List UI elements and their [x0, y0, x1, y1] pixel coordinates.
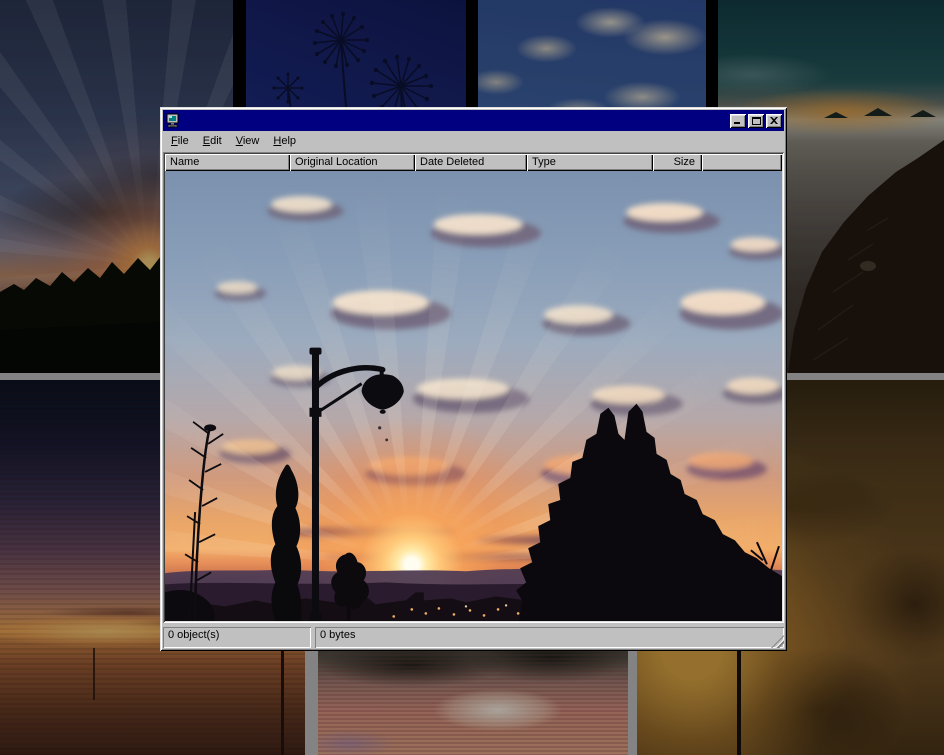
close-icon	[770, 117, 778, 124]
minimize-icon	[734, 117, 742, 124]
close-button[interactable]	[766, 114, 782, 128]
window-titlebar[interactable]	[163, 110, 784, 131]
client-area-lamp-post-sunset-photo[interactable]	[165, 171, 782, 621]
file-list-view[interactable]: Name Original Location Date Deleted Type…	[163, 152, 784, 623]
computer-icon	[165, 113, 181, 129]
status-size: 0 bytes	[315, 627, 784, 648]
silhouette-foreground	[165, 171, 782, 621]
maximize-icon	[752, 117, 761, 125]
column-header-filler	[702, 154, 782, 171]
recycle-bin-window[interactable]: File Edit View Help Name Original Locati…	[160, 107, 787, 651]
menu-help[interactable]: Help	[266, 132, 303, 151]
column-header-date-deleted[interactable]: Date Deleted	[415, 154, 527, 171]
status-bar: 0 object(s) 0 bytes	[163, 625, 784, 648]
status-object-count: 0 object(s)	[163, 627, 311, 648]
maximize-button[interactable]	[748, 114, 764, 128]
column-header-size[interactable]: Size	[653, 154, 702, 171]
menu-view[interactable]: View	[229, 132, 267, 151]
column-header-type[interactable]: Type	[527, 154, 653, 171]
column-header-row: Name Original Location Date Deleted Type…	[165, 154, 782, 171]
column-header-name[interactable]: Name	[165, 154, 290, 171]
menu-edit[interactable]: Edit	[196, 132, 229, 151]
menu-file[interactable]: File	[164, 132, 196, 151]
column-header-original-location[interactable]: Original Location	[290, 154, 415, 171]
minimize-button[interactable]	[730, 114, 746, 128]
menu-bar: File Edit View Help	[163, 131, 784, 151]
